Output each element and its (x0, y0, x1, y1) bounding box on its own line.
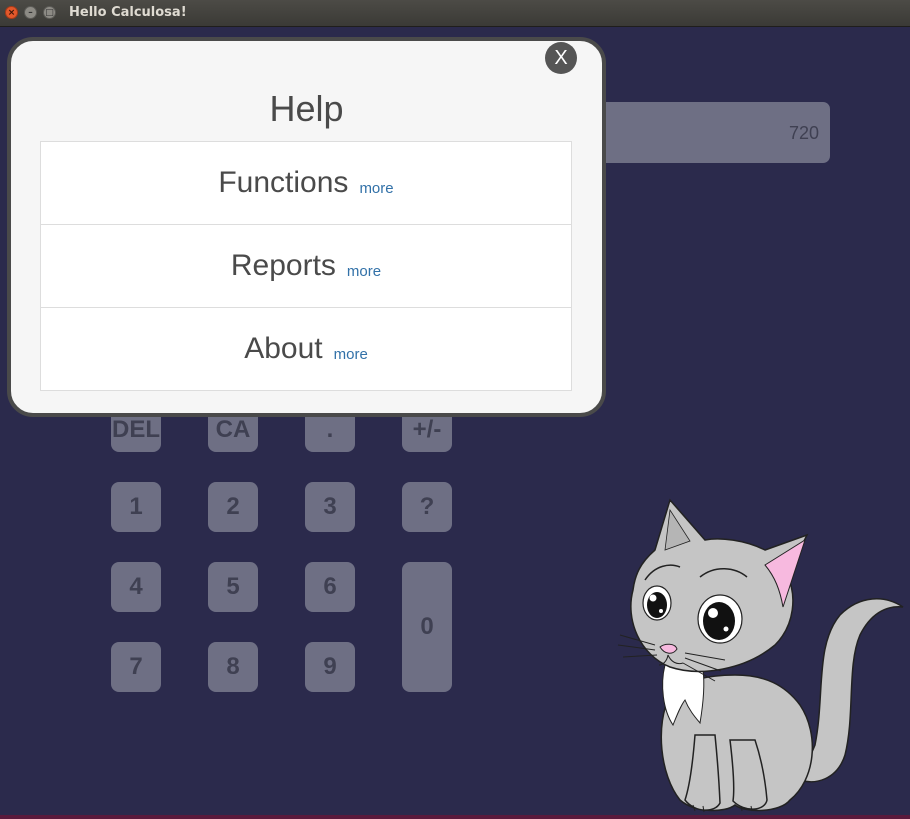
digit-2-key[interactable]: 2 (208, 482, 258, 532)
help-item-about[interactable]: About more (40, 307, 572, 391)
help-key[interactable]: ? (402, 482, 452, 532)
help-item-label: About (244, 332, 323, 365)
window-title: Hello Calculosa! (69, 5, 187, 20)
help-item-label: Reports (230, 249, 336, 282)
digit-5-key[interactable]: 5 (208, 562, 258, 612)
window-maximize-button[interactable]: □ (43, 6, 56, 19)
window-minimize-button[interactable]: – (24, 6, 37, 19)
digit-7-key[interactable]: 7 (111, 642, 161, 692)
help-topic-list: Functions more Reports more About more (40, 141, 572, 391)
digit-4-key[interactable]: 4 (111, 562, 161, 612)
help-dialog-title: Help (269, 88, 344, 129)
display-value: 720 (788, 123, 819, 143)
calculator-display: 720 (586, 102, 830, 163)
help-item-label: Functions (218, 166, 349, 199)
window-close-button[interactable]: × (5, 6, 18, 19)
close-help-button[interactable]: X (545, 42, 577, 74)
digit-8-key[interactable]: 8 (208, 642, 258, 692)
cat-mascot-image (617, 498, 904, 813)
digit-3-key[interactable]: 3 (305, 482, 355, 532)
digit-9-key[interactable]: 9 (305, 642, 355, 692)
digit-1-key[interactable]: 1 (111, 482, 161, 532)
bottom-border (0, 815, 910, 819)
more-link[interactable]: more (347, 263, 381, 280)
help-item-functions[interactable]: Functions more (40, 141, 572, 225)
title-bar: × – □ Hello Calculosa! (0, 0, 910, 27)
digit-0-key[interactable]: 0 (402, 562, 452, 692)
digit-6-key[interactable]: 6 (305, 562, 355, 612)
more-link[interactable]: more (359, 180, 393, 197)
more-link[interactable]: more (334, 346, 368, 363)
app-window: × – □ Hello Calculosa! 720 DEL CA . +/- … (0, 0, 910, 819)
help-item-reports[interactable]: Reports more (40, 224, 572, 308)
